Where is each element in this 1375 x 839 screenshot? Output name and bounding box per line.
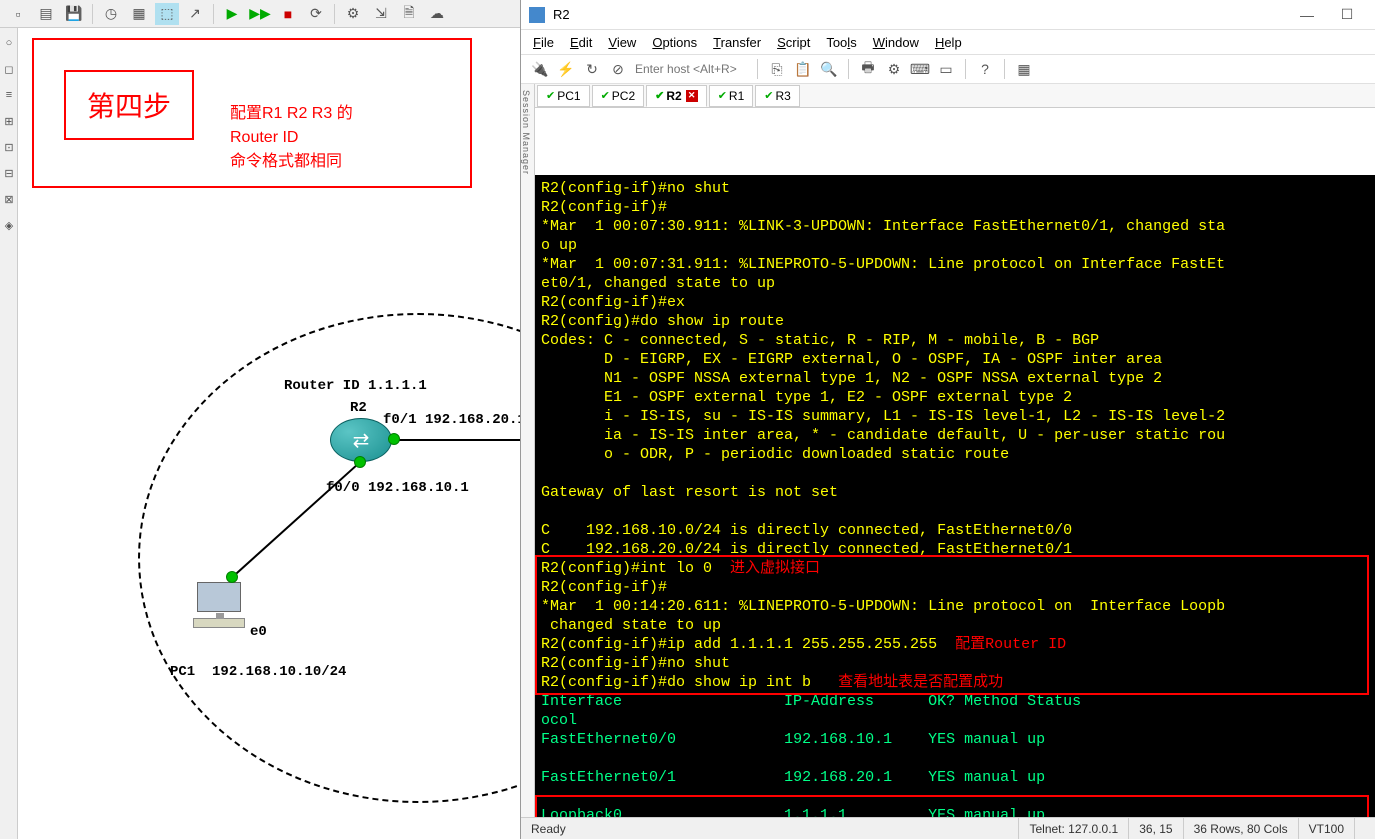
vertical-toolbar: ○ ◻ ≡ ⊞ ⊡ ⊟ ⊠ ◈	[0, 28, 18, 839]
topology-toolbar: ▫ ▤ 💾 ◷ ▦ ⬚ ↗ ▶ ▶▶ ■ ⟳ ⚙ ⇲ 🗎 ☁	[0, 0, 520, 28]
menu-file[interactable]: File	[525, 33, 562, 52]
vt-7-icon[interactable]: ⊠	[1, 188, 17, 210]
menu-window[interactable]: Window	[865, 33, 927, 52]
tb-select-icon[interactable]: ⬚	[155, 3, 179, 25]
tb-save-icon[interactable]: 💾	[62, 3, 86, 25]
pc-if-label: e0	[250, 624, 267, 640]
vt-2-icon[interactable]: ◻	[1, 58, 17, 80]
menu-view[interactable]: View	[600, 33, 644, 52]
terminal-output[interactable]: R2(config-if)#no shut R2(config-if)# *Ma…	[535, 175, 1375, 817]
tab-r3[interactable]: ✔R3	[755, 85, 800, 107]
tb-open-icon[interactable]: ▤	[34, 3, 58, 25]
minimize-button[interactable]: —	[1287, 1, 1327, 29]
tb-grid-icon[interactable]: ▦	[127, 3, 151, 25]
menu-options[interactable]: Options	[644, 33, 705, 52]
tb-screen-icon[interactable]: ▭	[935, 58, 957, 80]
menu-help[interactable]: Help	[927, 33, 970, 52]
tb-new-icon[interactable]: ▫	[6, 3, 30, 25]
tb-settings-icon[interactable]: ⚙	[883, 58, 905, 80]
tb-gear-icon[interactable]: ⚙	[341, 3, 365, 25]
link-r2-right	[394, 439, 520, 441]
if-f01-label: f0/1 192.168.20.1	[383, 412, 520, 428]
tb-keyboard-icon[interactable]: ⌨	[909, 58, 931, 80]
tab-r1[interactable]: ✔R1	[709, 85, 754, 107]
session-mgr-panel[interactable]	[521, 175, 535, 817]
statusbar: Ready Telnet: 127.0.0.1 36, 15 36 Rows, …	[521, 817, 1375, 839]
menu-transfer[interactable]: Transfer	[705, 33, 769, 52]
status-ready: Ready	[521, 818, 1019, 839]
port-dot-pc1[interactable]	[226, 571, 238, 583]
tab-pc1[interactable]: ✔PC1	[537, 85, 590, 107]
status-cursor-pos: 36, 15	[1129, 818, 1183, 839]
port-dot-f01[interactable]	[388, 433, 400, 445]
tb-find-icon[interactable]: 🔍	[818, 58, 840, 80]
tab-pc2[interactable]: ✔PC2	[592, 85, 645, 107]
vt-5-icon[interactable]: ⊡	[1, 136, 17, 158]
tb-stop-icon[interactable]: ■	[276, 3, 300, 25]
tb-repeat-icon[interactable]: ⟳	[304, 3, 328, 25]
menu-tools[interactable]: Tools	[818, 33, 864, 52]
connection-toolbar: 🔌 ⚡ ↻ ⊘ ⎘ 📋 🔍 🖶 ⚙ ⌨ ▭ ? ▦	[521, 54, 1375, 84]
menu-script[interactable]: Script	[769, 33, 818, 52]
pc-name-label: PC1 192.168.10.10/24	[170, 664, 346, 680]
host-input[interactable]	[631, 60, 751, 78]
tab-r2[interactable]: ✔R2✕	[646, 85, 707, 107]
tb-clock-icon[interactable]: ◷	[99, 3, 123, 25]
status-caps	[1355, 818, 1375, 839]
step-description: 配置R1 R2 R3 的 Router ID 命令格式都相同	[230, 102, 353, 174]
session-manager-label[interactable]: Session Manager	[521, 84, 535, 175]
vt-4-icon[interactable]: ⊞	[1, 110, 17, 132]
tb-paste-icon[interactable]: 📋	[792, 58, 814, 80]
left-panel: ○ ◻ ≡ ⊞ ⊡ ⊟ ⊠ ◈ 第四步 配置R1 R2 R3 的 Router …	[0, 28, 520, 839]
step-badge: 第四步	[64, 70, 194, 140]
menubar: File Edit View Options Transfer Script T…	[521, 30, 1375, 54]
router-id-label: Router ID 1.1.1.1	[284, 378, 427, 394]
session-tabbar: ✔PC1 ✔PC2 ✔R2✕ ✔R1 ✔R3	[535, 84, 1375, 108]
tb-help-icon[interactable]: ?	[974, 58, 996, 80]
tb-quick-icon[interactable]: ⚡	[555, 58, 577, 80]
topology-canvas[interactable]: 第四步 配置R1 R2 R3 的 Router ID 命令格式都相同 Route…	[18, 28, 520, 839]
close-icon[interactable]: ✕	[686, 90, 698, 102]
pc-icon[interactable]	[192, 582, 246, 630]
status-term-type: VT100	[1299, 818, 1355, 839]
tb-export-icon[interactable]: ⇲	[369, 3, 393, 25]
tb-play2-icon[interactable]: ▶▶	[248, 3, 272, 25]
tb-reconnect-icon[interactable]: ↻	[581, 58, 603, 80]
annot-enter-loopback: 进入虚拟接口	[730, 560, 820, 577]
tb-doc-icon[interactable]: 🗎	[397, 3, 421, 25]
status-connection: Telnet: 127.0.0.1	[1019, 818, 1129, 839]
tb-extra-icon[interactable]: ▦	[1013, 58, 1035, 80]
tb-connect-icon[interactable]: 🔌	[529, 58, 551, 80]
app-icon	[529, 7, 545, 23]
maximize-button[interactable]: ☐	[1327, 1, 1367, 29]
tb-copy-icon[interactable]: ⎘	[766, 58, 788, 80]
vt-1-icon[interactable]: ○	[1, 32, 17, 54]
titlebar[interactable]: R2 — ☐	[521, 0, 1375, 30]
vt-6-icon[interactable]: ⊟	[1, 162, 17, 184]
status-term-size: 36 Rows, 80 Cols	[1184, 818, 1299, 839]
tb-net-icon[interactable]: ☁	[425, 3, 449, 25]
terminal-window: R2 — ☐ File Edit View Options Transfer S…	[520, 0, 1375, 839]
tb-print-icon[interactable]: 🖶	[857, 58, 879, 80]
if-f00-label: f0/0 192.168.10.1	[326, 480, 469, 496]
step-box: 第四步 配置R1 R2 R3 的 Router ID 命令格式都相同	[32, 38, 472, 188]
port-dot-f00[interactable]	[354, 456, 366, 468]
tb-link-icon[interactable]: ↗	[183, 3, 207, 25]
vt-8-icon[interactable]: ◈	[1, 214, 17, 236]
menu-edit[interactable]: Edit	[562, 33, 600, 52]
router-name-label: R2	[350, 400, 367, 416]
tb-play-icon[interactable]: ▶	[220, 3, 244, 25]
annot-check-table: 查看地址表是否配置成功	[838, 674, 1003, 691]
annot-config-routerid: 配置Router ID	[955, 636, 1066, 653]
tb-disconnect-icon[interactable]: ⊘	[607, 58, 629, 80]
vt-3-icon[interactable]: ≡	[1, 84, 17, 106]
window-title: R2	[553, 7, 1287, 22]
